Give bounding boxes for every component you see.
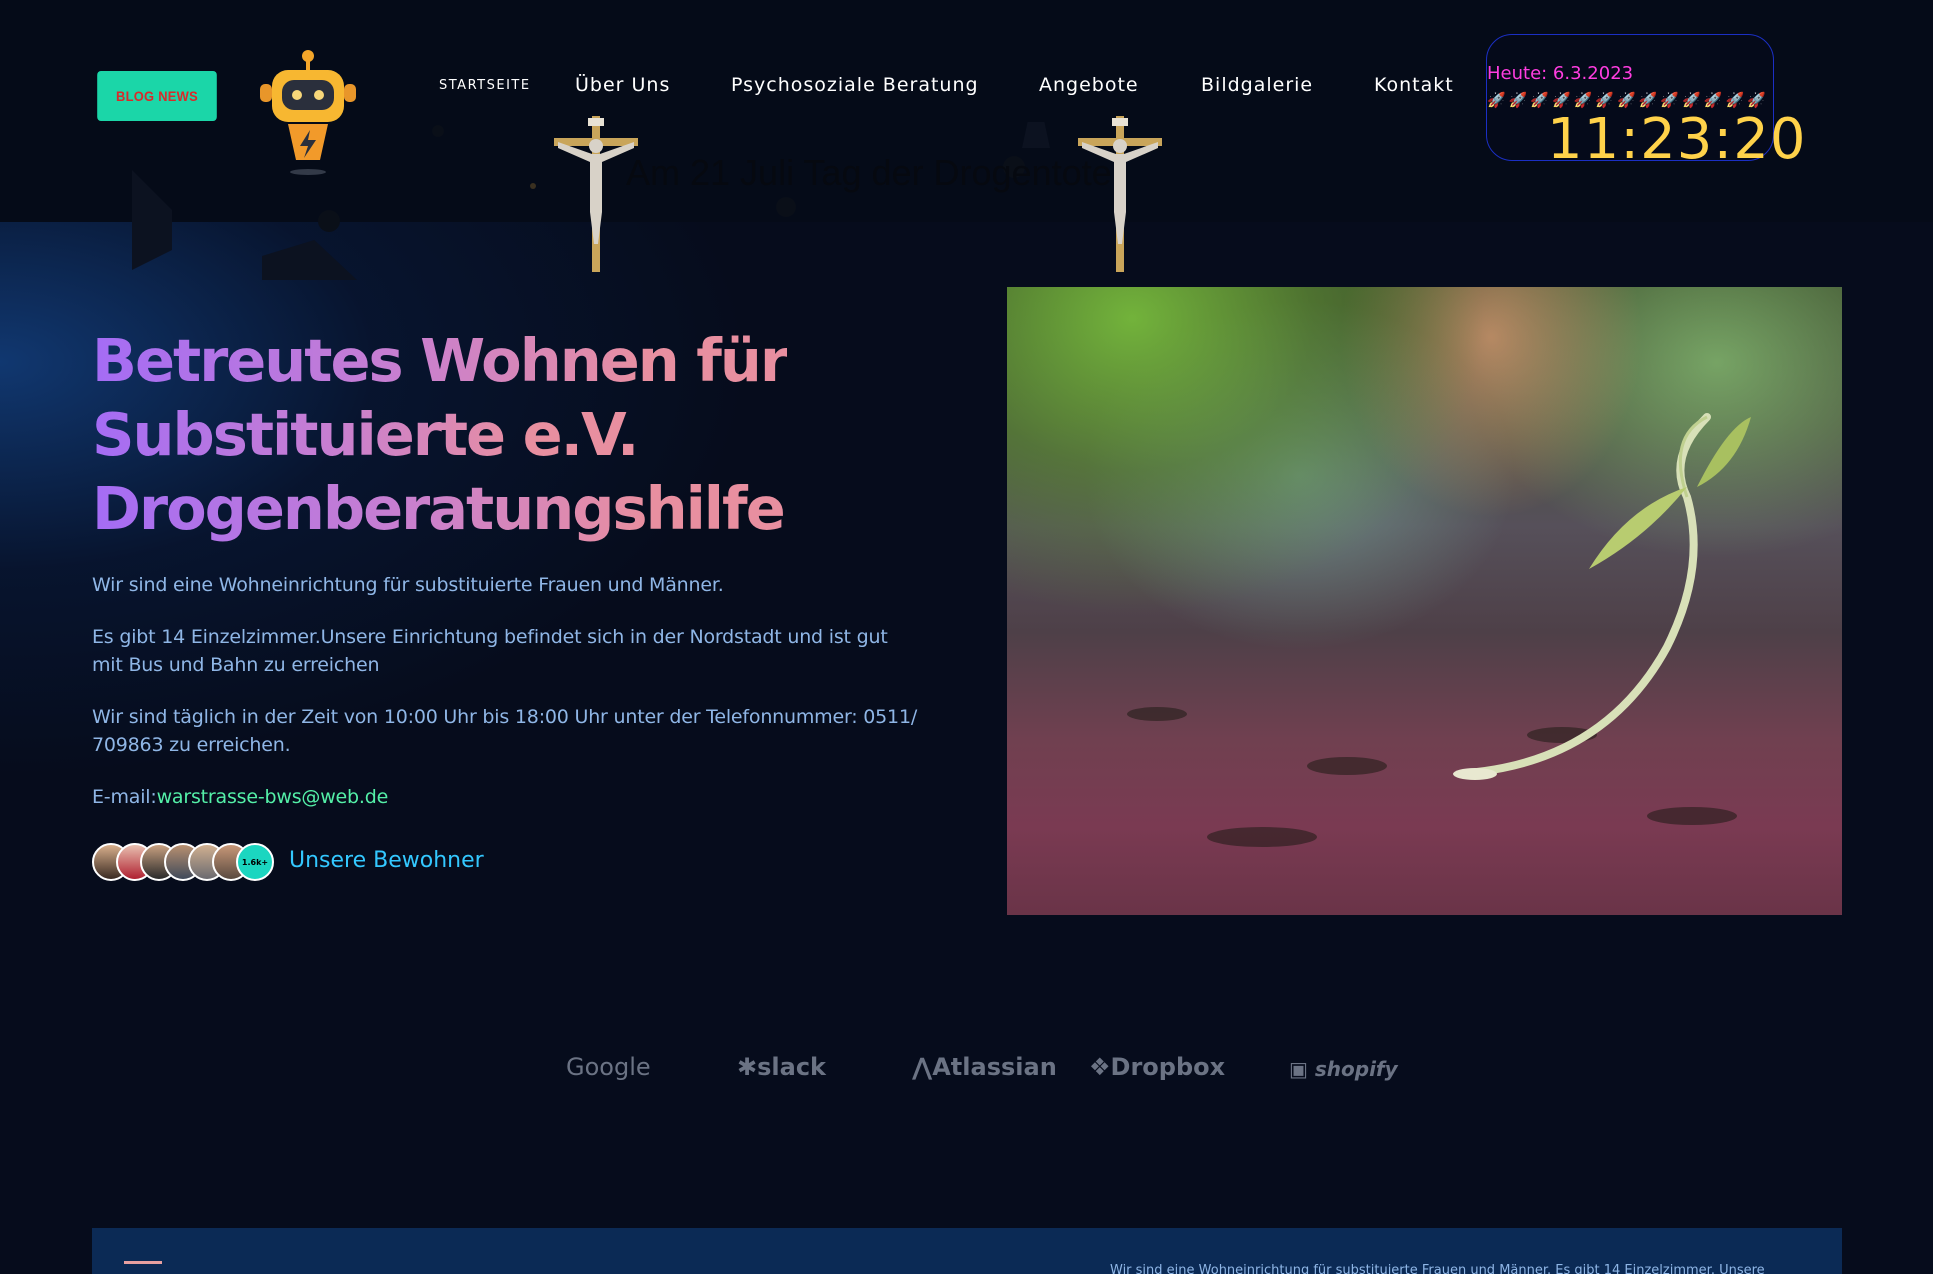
hero-paragraph-2: Es gibt 14 Einzelzimmer.Unsere Einrichtu… bbox=[92, 626, 888, 676]
email-link[interactable]: warstrasse-bws@web.de bbox=[157, 786, 389, 808]
hero-title-line1: Betreutes Wohnen für bbox=[92, 326, 789, 395]
shopify-bag-icon: ▣ bbox=[1289, 1057, 1308, 1081]
atlassian-icon: ⋀ bbox=[912, 1053, 933, 1081]
footer-section: Wir sind eine Wohneinrichtung für substi… bbox=[92, 1228, 1842, 1274]
email-label: E-mail: bbox=[92, 786, 157, 808]
hero-paragraph-1: Wir sind eine Wohneinrichtung für substi… bbox=[92, 574, 724, 596]
slack-label: slack bbox=[757, 1053, 827, 1081]
nav-ueber-uns[interactable]: Über Uns bbox=[575, 74, 670, 96]
email-line: E-mail:warstrasse-bws@web.de bbox=[92, 783, 922, 811]
partner-logo-shopify: ▣ shopify bbox=[1289, 1057, 1398, 1081]
shopify-label: shopify bbox=[1314, 1057, 1398, 1081]
slack-icon: ✱ bbox=[737, 1053, 758, 1081]
residents-link[interactable]: Unsere Bewohner bbox=[289, 848, 484, 873]
resident-avatars[interactable]: 1.6k+ bbox=[92, 843, 282, 881]
hero-paragraph-3: Wir sind täglich in der Zeit von 10:00 U… bbox=[92, 706, 918, 756]
memorial-text: Am 21 Juli Tag der Drogentote bbox=[626, 152, 1112, 193]
nav-psychosoziale-beratung[interactable]: Psychosoziale Beratung bbox=[731, 74, 979, 96]
clock-time: 11:23:20 bbox=[1547, 107, 1807, 172]
decorative-dot bbox=[432, 125, 444, 137]
robot-logo[interactable] bbox=[258, 48, 358, 180]
decorative-dot bbox=[776, 197, 796, 217]
nav-bildgalerie[interactable]: Bildgalerie bbox=[1201, 74, 1313, 96]
footer-accent-line bbox=[124, 1261, 162, 1264]
decorative-dot bbox=[530, 183, 536, 189]
avatar-count-badge: 1.6k+ bbox=[236, 843, 274, 881]
nav-angebote[interactable]: Angebote bbox=[1039, 74, 1139, 96]
nav-kontakt[interactable]: Kontakt bbox=[1374, 74, 1454, 96]
hero-image-seedling bbox=[1007, 287, 1842, 915]
dropbox-label: Dropbox bbox=[1110, 1053, 1226, 1081]
decorative-dot bbox=[318, 210, 340, 232]
dropbox-icon: ❖ bbox=[1089, 1053, 1111, 1081]
partner-logo-atlassian: ⋀Atlassian bbox=[912, 1053, 1057, 1081]
footer-text: Wir sind eine Wohneinrichtung für substi… bbox=[1110, 1263, 1765, 1274]
hero-title-line3: Drogenberatungshilfe bbox=[92, 474, 786, 543]
clock-widget: Heute: 6.3.2023 🚀🚀🚀🚀🚀🚀🚀🚀🚀🚀🚀🚀🚀 11:23:20 bbox=[1486, 34, 1806, 172]
nav-startseite[interactable]: STARTSEITE bbox=[439, 78, 531, 93]
hero-title-line2: Substituierte e.V. bbox=[92, 400, 639, 469]
hero-title: Betreutes Wohnen für Substituierte e.V. … bbox=[92, 324, 852, 546]
clock-date: Heute: 6.3.2023 bbox=[1487, 63, 1634, 84]
partner-logo-slack: ✱slack bbox=[737, 1053, 826, 1081]
partner-logo-google: Google bbox=[566, 1053, 651, 1081]
blog-news-button[interactable]: BLOG NEWS bbox=[97, 71, 217, 121]
atlassian-label: Atlassian bbox=[932, 1053, 1057, 1081]
partner-logo-dropbox: ❖Dropbox bbox=[1089, 1053, 1225, 1081]
